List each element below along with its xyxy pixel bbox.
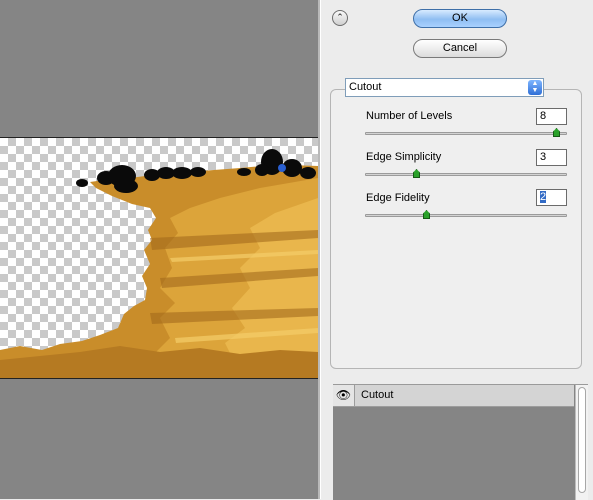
collapse-icon[interactable]: ⌃ [332,10,348,26]
filter-settings-panel: ⌃ OK Cancel Number of Levels 8 Edge Simp… [321,0,593,500]
eye-icon[interactable]: 👁 [333,385,355,406]
cancel-button[interactable]: Cancel [413,39,507,58]
image-preview[interactable] [0,137,318,379]
simplicity-slider-thumb[interactable] [413,169,420,178]
preview-area[interactable] [0,0,318,499]
levels-slider-thumb[interactable] [553,128,560,137]
scrollbar-thumb[interactable] [578,387,586,493]
levels-label: Number of Levels [366,110,453,122]
filter-type-dropdown[interactable]: Cutout ▲ ▼ [345,78,544,97]
filter-options-group: Number of Levels 8 Edge Simplicity 3 Edg… [330,89,582,369]
fidelity-slider-thumb[interactable] [423,210,430,219]
cutout-landscape-image [0,149,318,378]
simplicity-label: Edge Simplicity [366,151,442,163]
ok-button[interactable]: OK [413,9,507,28]
dropdown-arrows-icon: ▲ ▼ [528,80,542,95]
layer-name: Cutout [361,389,394,401]
levels-slider[interactable] [365,132,567,135]
simplicity-input[interactable]: 3 [536,149,567,166]
fidelity-input[interactable]: 2 [536,189,567,206]
filter-type-value: Cutout [349,81,382,93]
fidelity-value: 2 [540,191,547,203]
layer-list-scrollbar[interactable] [575,385,588,500]
effect-layer-list: 👁 Cutout [333,384,588,500]
fidelity-slider[interactable] [365,214,567,217]
simplicity-slider[interactable] [365,173,567,176]
fidelity-label: Edge Fidelity [366,192,430,204]
layer-row[interactable]: 👁 Cutout [333,385,574,407]
levels-input[interactable]: 8 [536,108,567,125]
